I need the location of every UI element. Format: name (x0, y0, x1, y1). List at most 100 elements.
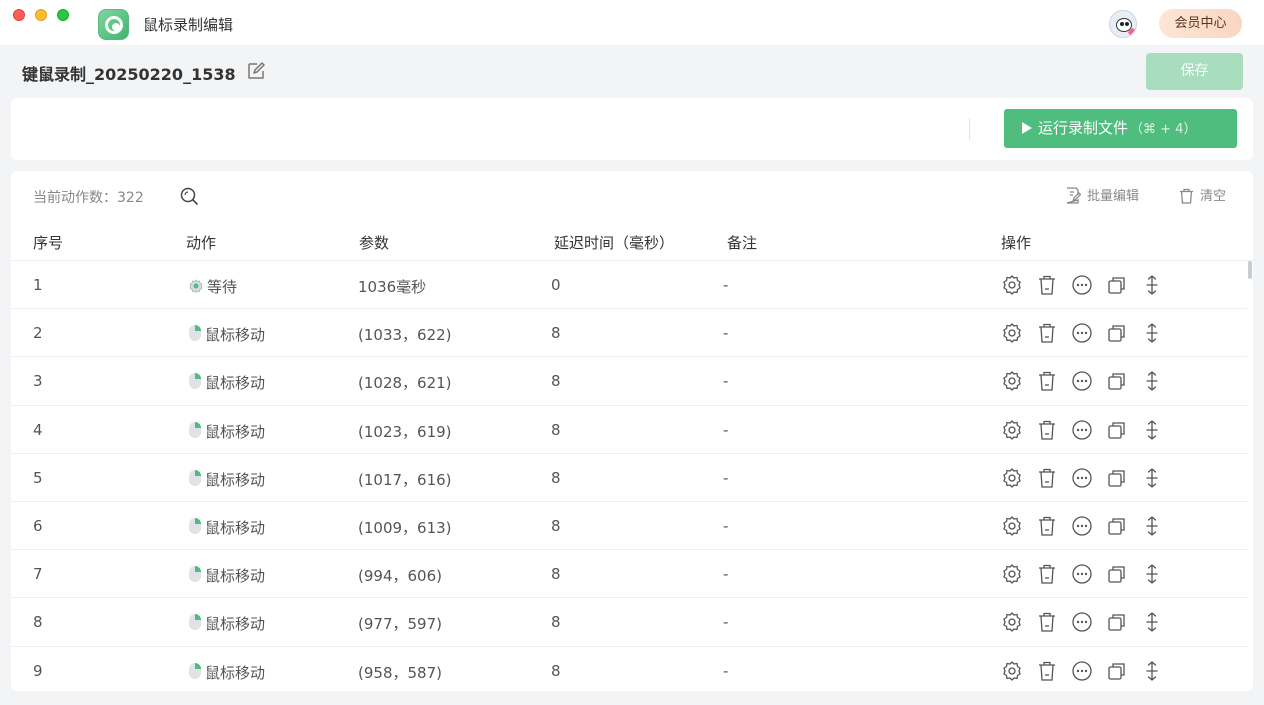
more-options-icon[interactable] (1071, 611, 1093, 633)
document-title: 键鼠录制_20250220_1538 (22, 65, 236, 84)
batch-edit-label: 批量编辑 (1087, 189, 1140, 204)
batch-edit-button[interactable]: 批量编辑 (1065, 185, 1139, 205)
divider (969, 118, 970, 140)
clear-button[interactable]: 清空 (1179, 185, 1226, 205)
more-options-icon[interactable] (1071, 660, 1093, 682)
delete-icon[interactable] (1036, 611, 1058, 633)
row-index: 6 (33, 516, 43, 535)
mouse-icon (189, 614, 201, 631)
duplicate-icon[interactable] (1106, 370, 1128, 392)
table-row[interactable]: 7 鼠标移动 (994，606) 8 - (11, 550, 1247, 599)
edit-title-icon[interactable] (246, 61, 266, 81)
row-index: 3 (33, 372, 43, 391)
settings-gear-icon[interactable] (1001, 274, 1023, 296)
row-param: 1036毫秒 (358, 278, 427, 296)
drag-handle-icon[interactable] (1141, 660, 1163, 682)
action-count: 当前动作数：322 (33, 190, 144, 206)
table-row[interactable]: 3 鼠标移动 (1028，621) 8 - (11, 357, 1247, 406)
vip-center-button[interactable]: 会员中心 (1159, 9, 1242, 38)
settings-gear-icon[interactable] (1001, 563, 1023, 585)
settings-gear-icon[interactable] (1001, 660, 1023, 682)
row-param: (1028，621) (358, 374, 452, 393)
avatar[interactable] (1109, 10, 1137, 38)
drag-handle-icon[interactable] (1141, 611, 1163, 633)
drag-handle-icon[interactable] (1141, 563, 1163, 585)
more-options-icon[interactable] (1071, 370, 1093, 392)
drag-handle-icon[interactable] (1141, 274, 1163, 296)
mouse-icon (189, 469, 201, 486)
row-index: 7 (33, 565, 43, 584)
delete-icon[interactable] (1036, 370, 1058, 392)
row-delay: 8 (551, 661, 561, 680)
table-scrollbar[interactable] (1248, 261, 1252, 279)
row-note: - (723, 372, 729, 391)
duplicate-icon[interactable] (1106, 563, 1128, 585)
minimize-window-button[interactable] (35, 9, 47, 21)
drag-handle-icon[interactable] (1141, 370, 1163, 392)
delete-icon[interactable] (1036, 563, 1058, 585)
delete-icon[interactable] (1036, 419, 1058, 441)
table-row[interactable]: 2 鼠标移动 (1033，622) 8 - (11, 309, 1247, 358)
row-param: (1009，613) (358, 518, 452, 537)
row-action: 鼠标移动 (188, 469, 265, 491)
more-options-icon[interactable] (1071, 515, 1093, 537)
more-options-icon[interactable] (1071, 467, 1093, 489)
table-row[interactable]: 5 鼠标移动 (1017，616) 8 - (11, 454, 1247, 502)
row-operations (1001, 274, 1171, 296)
table-row[interactable]: 4 鼠标移动 (1023，619) 8 - (11, 406, 1247, 454)
table-row[interactable]: 1 等待 1036毫秒 0 - (11, 261, 1247, 310)
row-action: 等待 (188, 276, 237, 298)
duplicate-icon[interactable] (1106, 419, 1128, 441)
table-row[interactable]: 6 鼠标移动 (1009，613) 8 - (11, 502, 1247, 551)
settings-gear-icon[interactable] (1001, 467, 1023, 489)
delete-icon[interactable] (1036, 515, 1058, 537)
row-action-label: 鼠标移动 (205, 470, 266, 489)
duplicate-icon[interactable] (1106, 660, 1128, 682)
zoom-window-button[interactable] (57, 9, 69, 21)
row-param: (994，606) (358, 567, 442, 586)
row-action-label: 鼠标移动 (205, 663, 266, 682)
delete-icon[interactable] (1036, 322, 1058, 344)
run-recording-button[interactable]: 运行录制文件 （⌘ + 4） (1004, 109, 1237, 148)
mouse-icon (189, 517, 201, 534)
row-index: 8 (33, 613, 43, 632)
drag-handle-icon[interactable] (1141, 419, 1163, 441)
row-note: - (723, 565, 729, 584)
row-operations (1001, 419, 1171, 441)
save-button[interactable]: 保存 (1146, 53, 1243, 90)
row-action: 鼠标移动 (188, 324, 265, 346)
drag-handle-icon[interactable] (1141, 515, 1163, 537)
column-header-action: 动作 (186, 234, 217, 252)
more-options-icon[interactable] (1071, 563, 1093, 585)
drag-handle-icon[interactable] (1141, 322, 1163, 344)
duplicate-icon[interactable] (1106, 322, 1128, 344)
row-operations (1001, 611, 1171, 633)
row-note: - (723, 420, 729, 439)
settings-gear-icon[interactable] (1001, 322, 1023, 344)
row-action-label: 鼠标移动 (205, 518, 266, 537)
more-options-icon[interactable] (1071, 419, 1093, 441)
row-delay: 8 (551, 324, 561, 343)
settings-gear-icon[interactable] (1001, 611, 1023, 633)
row-param: (958，587) (358, 663, 442, 682)
close-window-button[interactable] (13, 9, 25, 21)
search-icon[interactable] (179, 186, 199, 206)
mouse-icon (188, 324, 202, 346)
delete-icon[interactable] (1036, 274, 1058, 296)
mouse-icon (189, 325, 201, 342)
settings-gear-icon[interactable] (1001, 370, 1023, 392)
drag-handle-icon[interactable] (1141, 467, 1163, 489)
settings-gear-icon[interactable] (1001, 515, 1023, 537)
more-options-icon[interactable] (1071, 274, 1093, 296)
run-label: 运行录制文件 (1038, 119, 1129, 137)
delete-icon[interactable] (1036, 467, 1058, 489)
duplicate-icon[interactable] (1106, 274, 1128, 296)
delete-icon[interactable] (1036, 660, 1058, 682)
settings-gear-icon[interactable] (1001, 419, 1023, 441)
table-row[interactable]: 8 鼠标移动 (977，597) 8 - (11, 598, 1247, 647)
duplicate-icon[interactable] (1106, 611, 1128, 633)
more-options-icon[interactable] (1071, 322, 1093, 344)
duplicate-icon[interactable] (1106, 515, 1128, 537)
table-row[interactable]: 9 鼠标移动 (958，587) 8 - (11, 647, 1247, 692)
duplicate-icon[interactable] (1106, 467, 1128, 489)
